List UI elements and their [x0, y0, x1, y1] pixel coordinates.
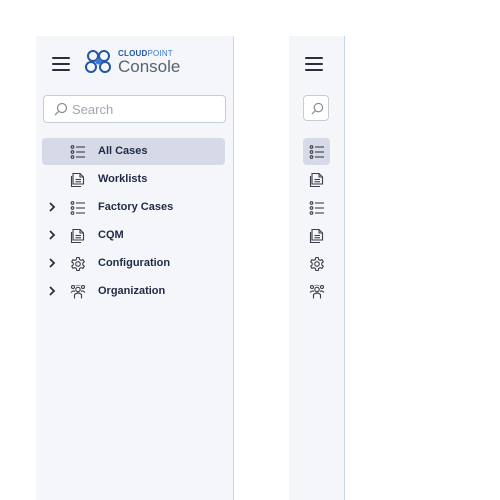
list-icon [70, 145, 85, 159]
nav-item-worklists[interactable]: Worklists [42, 166, 225, 193]
sidebar-expanded: CLOUDPOINT Console All Cases [36, 36, 234, 500]
nav-icon-worklists[interactable] [303, 166, 330, 193]
chevron-right-icon[interactable] [48, 230, 56, 240]
logo: CLOUDPOINT Console [84, 48, 184, 78]
cloudpoint-logo-icon [85, 50, 111, 73]
nav-label: Organization [98, 285, 166, 297]
document-icon [309, 172, 324, 188]
sidebar-collapsed [289, 36, 345, 500]
document-icon [70, 172, 85, 188]
nav-icon-cqm[interactable] [303, 222, 330, 249]
nav-label: Factory Cases [98, 201, 174, 213]
nav-item-configuration[interactable]: Configuration [42, 250, 225, 277]
search-icon [54, 102, 68, 116]
gear-icon [310, 256, 324, 272]
nav-label: Worklists [98, 173, 148, 185]
list-icon [70, 201, 85, 215]
nav-icon-configuration[interactable] [303, 250, 330, 277]
list-icon [309, 145, 324, 159]
chevron-right-icon[interactable] [48, 286, 56, 296]
people-icon [309, 284, 325, 299]
nav-icon-all-cases[interactable] [303, 138, 330, 165]
document-icon [70, 228, 85, 244]
nav-label: CQM [98, 229, 124, 241]
nav-item-cqm[interactable]: CQM [42, 222, 225, 249]
nav-item-all-cases[interactable]: All Cases [42, 138, 225, 165]
list-icon [309, 201, 324, 215]
search-icon [311, 102, 324, 115]
nav-icon-factory-cases[interactable] [303, 194, 330, 221]
chevron-right-icon[interactable] [48, 202, 56, 212]
nav-icon-organization[interactable] [303, 278, 330, 305]
menu-icon[interactable] [52, 57, 70, 71]
search-input[interactable] [72, 96, 220, 122]
nav-item-organization[interactable]: Organization [42, 278, 225, 305]
document-icon [309, 228, 324, 244]
nav-item-factory-cases[interactable]: Factory Cases [42, 194, 225, 221]
people-icon [70, 284, 86, 299]
chevron-right-icon[interactable] [48, 258, 56, 268]
nav-label: All Cases [98, 145, 148, 157]
search-box [43, 95, 226, 123]
gear-icon [71, 256, 85, 272]
menu-icon[interactable] [305, 57, 323, 71]
nav-label: Configuration [98, 257, 171, 269]
product-name: Console [118, 57, 181, 76]
search-button[interactable] [303, 95, 329, 121]
